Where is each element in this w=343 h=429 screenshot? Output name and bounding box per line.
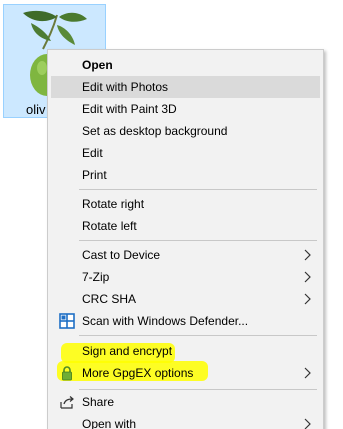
menu-separator <box>79 389 317 390</box>
menu-item-label: Edit with Paint 3D <box>82 102 177 116</box>
menu-item-edit-with-photos[interactable]: Edit with Photos <box>51 76 320 98</box>
chevron-right-icon <box>304 271 311 283</box>
menu-item-share[interactable]: Share <box>51 391 320 413</box>
menu-item-set-as-desktop-background[interactable]: Set as desktop background <box>51 120 320 142</box>
menu-item-label: Print <box>82 168 107 182</box>
menu-item-print[interactable]: Print <box>51 164 320 186</box>
menu-item-label: 7-Zip <box>82 270 110 284</box>
menu-item-label: Edit with Photos <box>82 80 169 94</box>
menu-item-edit-with-paint-3d[interactable]: Edit with Paint 3D <box>51 98 320 120</box>
chevron-right-icon <box>304 249 311 261</box>
menu-item-label: Open with <box>82 417 137 429</box>
chevron-right-icon <box>304 367 311 379</box>
share-icon <box>60 396 74 409</box>
file-name-label: oliv <box>26 102 46 117</box>
menu-item-open-with[interactable]: Open with <box>51 413 320 429</box>
gpg-lock-icon <box>62 366 72 381</box>
menu-item-rotate-right[interactable]: Rotate right <box>51 193 320 215</box>
menu-item-label: Rotate left <box>82 219 137 233</box>
menu-item-scan-with-windows-defender[interactable]: Scan with Windows Defender... <box>51 310 320 332</box>
menu-item-label: Edit <box>82 146 103 160</box>
menu-item-label: More GpgEX options <box>82 366 194 380</box>
menu-item-label: Scan with Windows Defender... <box>82 314 249 328</box>
menu-separator <box>79 240 317 241</box>
menu-separator <box>79 335 317 336</box>
menu-item-crc-sha[interactable]: CRC SHA <box>51 288 320 310</box>
desktop: oliv Open Edit with Photos Edit with Pai… <box>0 0 343 429</box>
menu-item-7-zip[interactable]: 7-Zip <box>51 266 320 288</box>
menu-item-label: Set as desktop background <box>82 124 228 138</box>
menu-item-label: Rotate right <box>82 197 145 211</box>
menu-item-label: Sign and encrypt <box>82 344 173 358</box>
menu-item-open[interactable]: Open <box>51 54 320 76</box>
menu-item-rotate-left[interactable]: Rotate left <box>51 215 320 237</box>
menu-item-more-gpgex-options[interactable]: More GpgEX options <box>51 362 320 384</box>
windows-defender-icon <box>59 313 75 329</box>
context-menu: Open Edit with Photos Edit with Paint 3D… <box>47 49 324 429</box>
menu-item-label: Share <box>82 395 115 409</box>
menu-separator <box>79 189 317 190</box>
chevron-right-icon <box>304 418 311 429</box>
menu-item-sign-and-encrypt[interactable]: Sign and encrypt <box>51 340 320 362</box>
menu-item-label: Cast to Device <box>82 248 161 262</box>
menu-item-cast-to-device[interactable]: Cast to Device <box>51 244 320 266</box>
menu-item-label: CRC SHA <box>82 292 137 306</box>
menu-item-label: Open <box>82 58 113 72</box>
chevron-right-icon <box>304 293 311 305</box>
menu-item-edit[interactable]: Edit <box>51 142 320 164</box>
